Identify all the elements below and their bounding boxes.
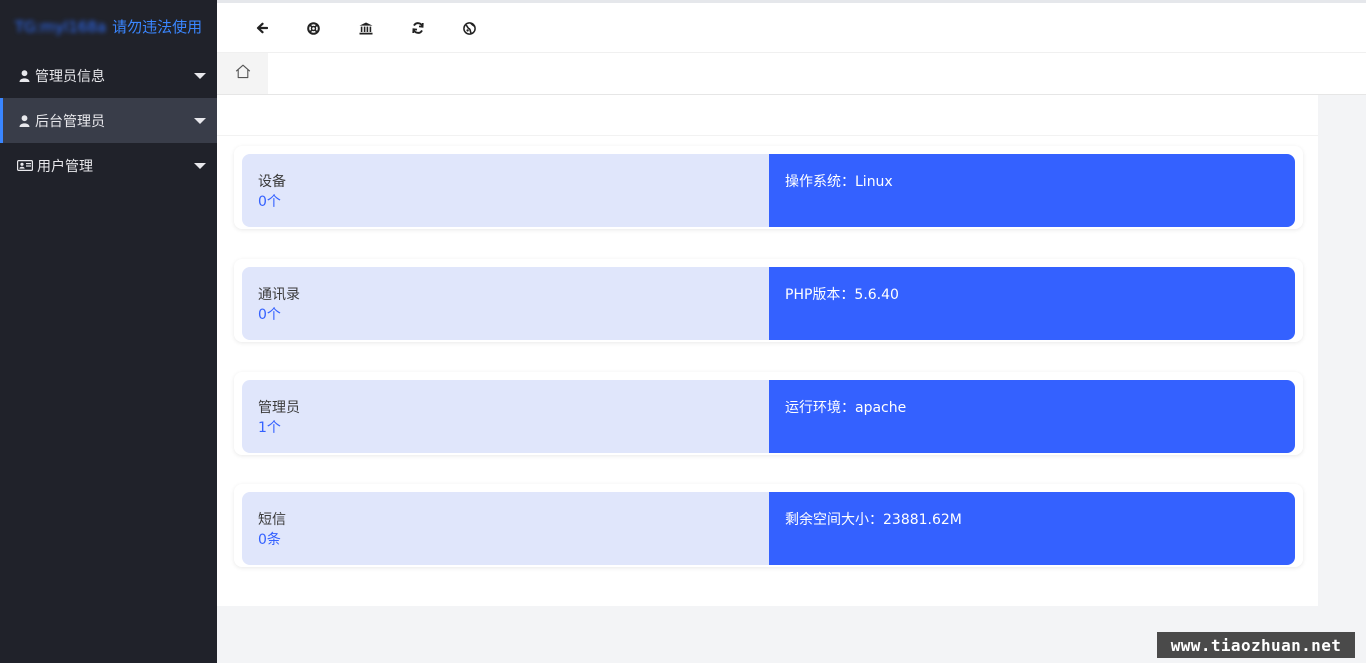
- refresh-icon[interactable]: [407, 17, 429, 39]
- stat-label: 设备: [258, 174, 286, 190]
- stat-value: 0条: [258, 532, 281, 548]
- brand: TG:myl168a 请勿违法使用: [0, 0, 217, 53]
- bank-icon[interactable]: [355, 17, 377, 39]
- sidebar-item-label: 管理员信息: [35, 68, 105, 85]
- stat-card-admins: 管理员 1个 运行环境：apache: [234, 372, 1303, 455]
- globe-icon[interactable]: [458, 17, 480, 39]
- system-info-os: 操作系统：Linux: [785, 174, 893, 190]
- id-card-icon: [17, 160, 33, 171]
- sidebar-item-user-management[interactable]: 用户管理: [0, 143, 217, 188]
- stat-card-right: 运行环境：apache: [769, 380, 1295, 453]
- stat-card-left: 管理员 1个: [242, 380, 769, 453]
- home-icon: [235, 64, 251, 83]
- caret-down-icon: [194, 73, 206, 79]
- stat-card-right: 剩余空间大小：23881.62M: [769, 492, 1295, 565]
- system-info-disk: 剩余空间大小：23881.62M: [785, 512, 962, 528]
- stat-card-right: PHP版本：5.6.40: [769, 267, 1295, 340]
- stat-value: 0个: [258, 307, 281, 323]
- sidebar-item-label: 用户管理: [37, 158, 93, 175]
- system-info-php: PHP版本：5.6.40: [785, 287, 899, 303]
- panel-header: [217, 95, 1318, 136]
- user-icon: [17, 69, 31, 82]
- brand-notice: 请勿违法使用: [112, 18, 203, 36]
- caret-down-icon: [194, 163, 206, 169]
- stat-label: 管理员: [258, 400, 300, 416]
- tab-home[interactable]: [217, 53, 268, 94]
- user-icon: [17, 114, 31, 127]
- stat-card-contacts: 通讯录 0个 PHP版本：5.6.40: [234, 259, 1303, 342]
- stat-card-left: 短信 0条: [242, 492, 769, 565]
- stat-value: 0个: [258, 194, 281, 210]
- stat-card-left: 通讯录 0个: [242, 267, 769, 340]
- stat-label: 短信: [258, 512, 286, 528]
- sidebar: TG:myl168a 请勿违法使用 管理员信息 后台管理员 用户管理: [0, 0, 217, 663]
- stat-value: 1个: [258, 420, 281, 436]
- stat-card-sms: 短信 0条 剩余空间大小：23881.62M: [234, 484, 1303, 567]
- sidebar-item-backend-admin[interactable]: 后台管理员: [0, 98, 217, 143]
- stat-label: 通讯录: [258, 287, 300, 303]
- lifebuoy-icon[interactable]: [302, 17, 324, 39]
- sidebar-item-label: 后台管理员: [35, 113, 105, 130]
- stat-card-devices: 设备 0个 操作系统：Linux: [234, 146, 1303, 229]
- system-info-env: 运行环境：apache: [785, 400, 907, 416]
- stat-card-right: 操作系统：Linux: [769, 154, 1295, 227]
- tab-bar: [217, 53, 1366, 95]
- back-arrow-icon[interactable]: [251, 17, 273, 39]
- caret-down-icon: [194, 118, 206, 124]
- topbar: [217, 3, 1366, 53]
- watermark: www.tiaozhuan.net: [1157, 632, 1355, 658]
- brand-name-blurred: TG:myl168a: [14, 17, 107, 36]
- stat-card-left: 设备 0个: [242, 154, 769, 227]
- sidebar-item-admin-info[interactable]: 管理员信息: [0, 53, 217, 98]
